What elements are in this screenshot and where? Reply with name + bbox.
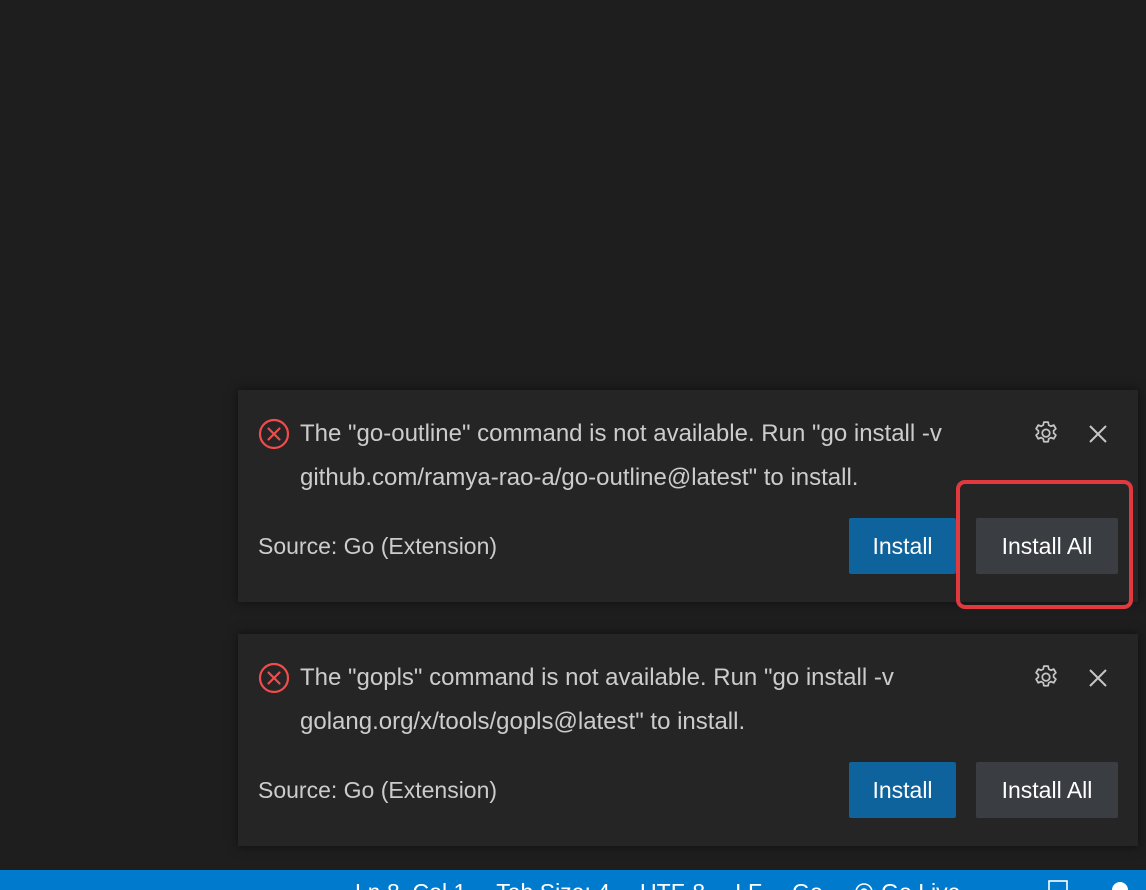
status-eol[interactable]: LF: [735, 878, 762, 890]
install-button[interactable]: Install: [849, 518, 956, 574]
status-encoding[interactable]: UTF-8: [640, 878, 705, 890]
notification-close-button[interactable]: [1080, 416, 1116, 452]
notification-close-button[interactable]: [1080, 660, 1116, 696]
install-all-button[interactable]: Install All: [976, 518, 1118, 574]
notification-settings-button[interactable]: [1028, 660, 1064, 696]
gear-icon: [1035, 665, 1057, 687]
feedback-icon[interactable]: [1108, 878, 1132, 890]
install-all-button[interactable]: Install All: [976, 762, 1118, 818]
notification-settings-button[interactable]: [1028, 416, 1064, 452]
notification-message: The "go-outline" command is not availabl…: [300, 420, 942, 491]
error-icon: [258, 662, 290, 694]
notification-toast-go-outline: The "go-outline" command is not availabl…: [238, 390, 1138, 602]
error-icon: [258, 418, 290, 450]
status-tab-size[interactable]: Tab Size: 4: [496, 878, 610, 890]
notification-source: Source: Go (Extension): [258, 777, 498, 803]
status-language[interactable]: Go: [792, 878, 823, 890]
install-button[interactable]: Install: [849, 762, 956, 818]
broadcast-icon: [855, 883, 873, 890]
notification-source: Source: Go (Extension): [258, 533, 498, 559]
status-bar: Ln 8, Col 1 Tab Size: 4 UTF-8 LF Go Go L…: [0, 870, 1146, 890]
go-live-label: Go Live: [881, 879, 960, 890]
notification-toast-gopls: The "gopls" command is not available. Ru…: [238, 634, 1138, 846]
status-go-live[interactable]: Go Live: [853, 878, 960, 890]
remote-window-icon[interactable]: [1046, 878, 1070, 890]
close-icon: [1089, 669, 1107, 687]
status-cursor-position[interactable]: Ln 8, Col 1: [355, 878, 466, 890]
notification-message: The "gopls" command is not available. Ru…: [300, 664, 894, 735]
gear-icon: [1035, 421, 1057, 443]
close-icon: [1089, 425, 1107, 443]
